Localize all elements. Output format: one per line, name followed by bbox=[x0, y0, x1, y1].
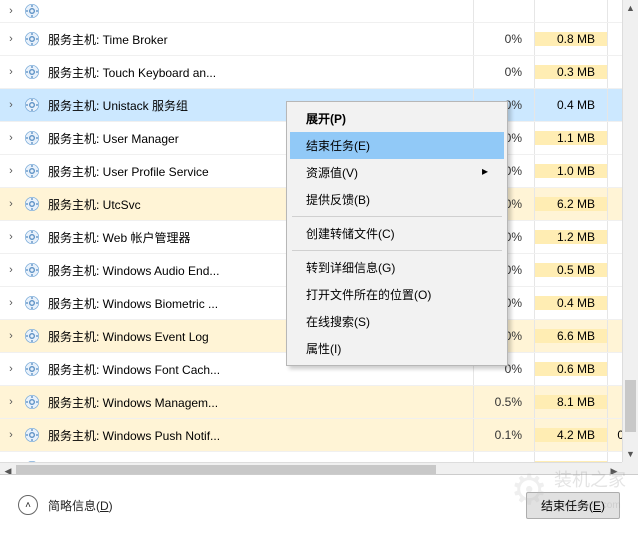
end-task-button[interactable]: 结束任务(E) bbox=[526, 492, 620, 519]
ctx-properties[interactable]: 属性(I) bbox=[290, 335, 504, 362]
expand-chevron-icon[interactable]: › bbox=[0, 132, 22, 144]
expand-chevron-icon[interactable]: › bbox=[0, 429, 22, 441]
process-name-label: 服务主机: Windows Event Log bbox=[48, 328, 209, 345]
cpu-cell: 0.5% bbox=[474, 395, 534, 409]
expand-chevron-icon[interactable]: › bbox=[0, 99, 22, 111]
expand-chevron-icon[interactable]: › bbox=[0, 5, 22, 17]
gear-icon bbox=[22, 392, 42, 412]
expand-chevron-icon[interactable]: › bbox=[0, 198, 22, 210]
memory-cell: 8.1 MB bbox=[535, 395, 607, 409]
gear-icon bbox=[22, 326, 42, 346]
gear-icon bbox=[22, 194, 42, 214]
ctx-goto-details[interactable]: 转到详细信息(G) bbox=[290, 254, 504, 281]
gear-icon bbox=[22, 260, 42, 280]
memory-cell: 0.5 MB bbox=[535, 263, 607, 277]
expand-chevron-icon[interactable]: › bbox=[0, 165, 22, 177]
vertical-scrollbar[interactable]: ▲ ▼ bbox=[622, 0, 638, 462]
scroll-thumb-vertical[interactable] bbox=[625, 380, 636, 432]
process-name-cell: 服务主机: Time Broker bbox=[22, 29, 473, 49]
scroll-down-button[interactable]: ▼ bbox=[623, 446, 638, 462]
process-name-label: 服务主机: Touch Keyboard an... bbox=[48, 64, 216, 81]
memory-cell: 0.3 MB bbox=[535, 65, 607, 79]
process-name-label: 服务主机: User Manager bbox=[48, 130, 179, 147]
table-row[interactable]: › 服务主机: Windows Push Notif... 0.1% 4.2 M… bbox=[0, 419, 638, 452]
gear-icon bbox=[22, 95, 42, 115]
ctx-search-online[interactable]: 在线搜索(S) bbox=[290, 308, 504, 335]
cpu-cell: 0% bbox=[474, 32, 534, 46]
memory-cell: 0.4 MB bbox=[535, 296, 607, 310]
ctx-resource-values-label: 资源值(V) bbox=[306, 166, 358, 180]
ctx-open-location[interactable]: 打开文件所在的位置(O) bbox=[290, 281, 504, 308]
process-name-label: 服务主机: Windows Biometric ... bbox=[48, 295, 218, 312]
fewer-details-label: 简略信息(D) bbox=[48, 497, 113, 514]
process-name-cell: 服务主机: Windows Push Notif... bbox=[22, 425, 473, 445]
memory-cell: 1.2 MB bbox=[535, 230, 607, 244]
process-name-label: 服务主机: UtcSvc bbox=[48, 196, 141, 213]
expand-chevron-icon[interactable]: › bbox=[0, 396, 22, 408]
process-name-label: 服务主机: Unistack 服务组 bbox=[48, 97, 188, 114]
expand-chevron-icon[interactable]: › bbox=[0, 66, 22, 78]
memory-cell: 0.8 MB bbox=[535, 32, 607, 46]
memory-cell: 6.2 MB bbox=[535, 197, 607, 211]
gear-icon bbox=[22, 29, 42, 49]
scroll-left-button[interactable]: ◀ bbox=[0, 464, 16, 476]
expand-chevron-icon[interactable]: › bbox=[0, 330, 22, 342]
gear-icon bbox=[22, 293, 42, 313]
process-name-label: 服务主机: User Profile Service bbox=[48, 163, 209, 180]
table-row[interactable]: › 服务主机: Time Broker 0% 0.8 MB 0 bbox=[0, 23, 638, 56]
submenu-arrow-icon: ▸ bbox=[482, 164, 488, 178]
table-row[interactable]: › 服务主机: Windows Managem... 0.5% 8.1 MB 0 bbox=[0, 386, 638, 419]
gear-icon bbox=[22, 1, 42, 21]
table-row[interactable]: › 服务主机: Touch Keyboard an... 0% 0.3 MB 0 bbox=[0, 56, 638, 89]
process-name-label: 服务主机: Windows Font Cach... bbox=[48, 361, 220, 378]
expand-chevron-icon[interactable]: › bbox=[0, 363, 22, 375]
process-name-label: 服务主机: Web 帐户管理器 bbox=[48, 229, 190, 246]
process-name-cell: 服务主机: Touch Keyboard an... bbox=[22, 62, 473, 82]
process-name-label: 服务主机: Time Broker bbox=[48, 31, 168, 48]
process-name-label: 服务主机: Windows Managem... bbox=[48, 394, 218, 411]
context-menu: 展开(P) 结束任务(E) 资源值(V) ▸ 提供反馈(B) 创建转储文件(C)… bbox=[286, 101, 508, 366]
memory-cell: 4.2 MB bbox=[535, 428, 607, 442]
fewer-details-link[interactable]: ˄ 简略信息(D) bbox=[18, 495, 113, 515]
gear-icon bbox=[22, 128, 42, 148]
chevron-up-icon: ˄ bbox=[18, 495, 38, 515]
process-name-label: 服务主机: Windows Push Notif... bbox=[48, 427, 220, 444]
expand-chevron-icon[interactable]: › bbox=[0, 264, 22, 276]
memory-cell: 0.4 MB bbox=[535, 98, 607, 112]
gear-icon bbox=[22, 359, 42, 379]
gear-icon bbox=[22, 227, 42, 247]
expand-chevron-icon[interactable]: › bbox=[0, 231, 22, 243]
process-name-cell bbox=[22, 1, 473, 21]
table-row[interactable]: › bbox=[0, 0, 638, 23]
ctx-create-dump[interactable]: 创建转储文件(C) bbox=[290, 220, 504, 247]
ctx-end-task[interactable]: 结束任务(E) bbox=[290, 132, 504, 159]
ctx-expand[interactable]: 展开(P) bbox=[290, 105, 504, 132]
scroll-right-button[interactable]: ▶ bbox=[606, 463, 622, 475]
expand-chevron-icon[interactable]: › bbox=[0, 297, 22, 309]
scrollbar-corner bbox=[622, 462, 638, 475]
gear-icon bbox=[22, 62, 42, 82]
scroll-thumb-horizontal[interactable] bbox=[16, 465, 436, 475]
ctx-resource-values[interactable]: 资源值(V) ▸ bbox=[290, 159, 504, 186]
gear-icon bbox=[22, 425, 42, 445]
memory-cell: 1.1 MB bbox=[535, 131, 607, 145]
ctx-feedback[interactable]: 提供反馈(B) bbox=[290, 186, 504, 213]
cpu-cell: 0% bbox=[474, 65, 534, 79]
memory-cell: 6.6 MB bbox=[535, 329, 607, 343]
memory-cell: 1.0 MB bbox=[535, 164, 607, 178]
expand-chevron-icon[interactable]: › bbox=[0, 33, 22, 45]
footer-bar: ˄ 简略信息(D) 结束任务(E) bbox=[0, 475, 638, 535]
horizontal-scrollbar[interactable]: ◀ ▶ bbox=[0, 462, 622, 475]
menu-separator bbox=[292, 216, 502, 217]
menu-separator bbox=[292, 250, 502, 251]
memory-cell: 0.6 MB bbox=[535, 362, 607, 376]
scroll-up-button[interactable]: ▲ bbox=[623, 0, 638, 16]
ctx-expand-label: 展开(P) bbox=[306, 112, 346, 126]
process-name-label: 服务主机: Windows Audio End... bbox=[48, 262, 219, 279]
process-name-cell: 服务主机: Windows Managem... bbox=[22, 392, 473, 412]
gear-icon bbox=[22, 161, 42, 181]
cpu-cell: 0.1% bbox=[474, 428, 534, 442]
